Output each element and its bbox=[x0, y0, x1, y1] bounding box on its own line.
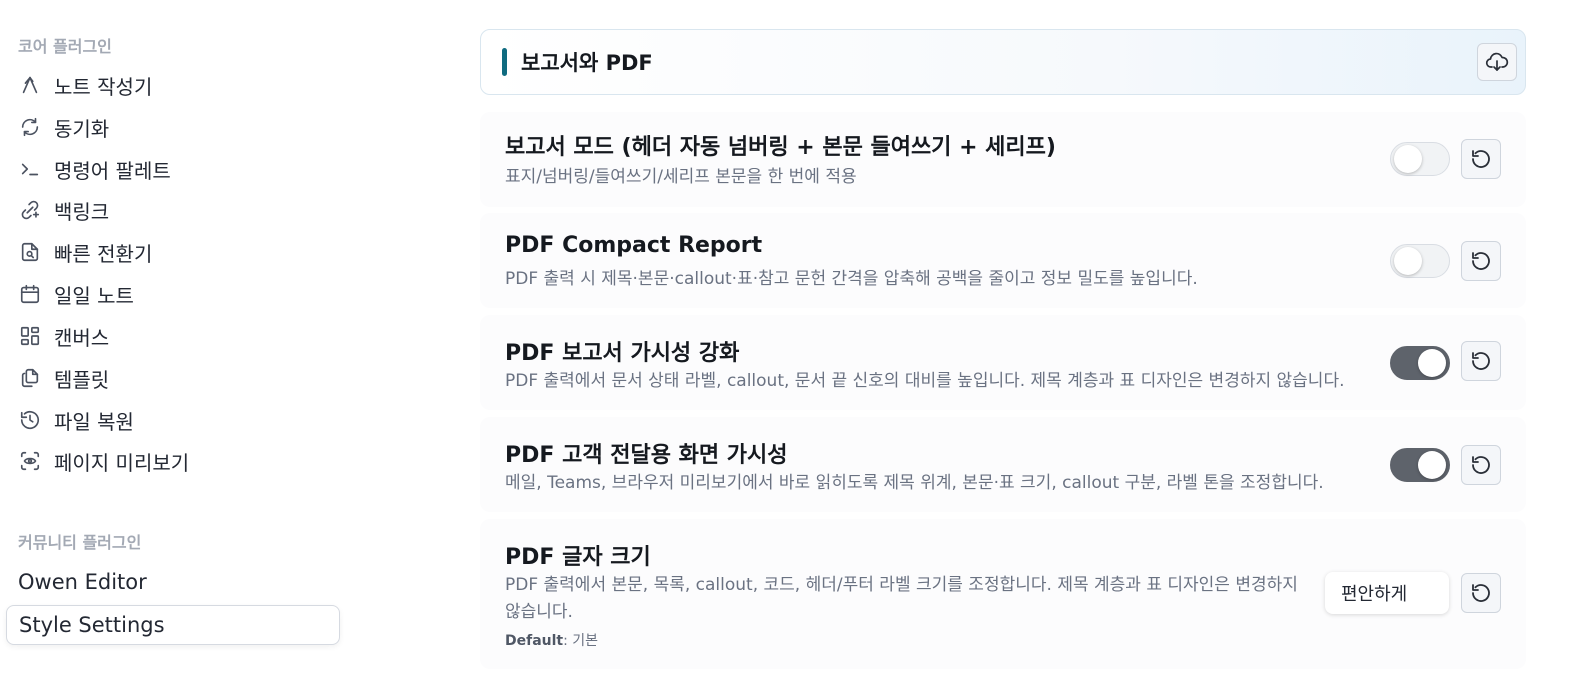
sidebar-item-canvas[interactable]: 캔버스 bbox=[18, 319, 109, 353]
sync-icon bbox=[18, 115, 42, 139]
setting-name: PDF 보고서 가시성 강화 bbox=[505, 341, 740, 366]
history-icon bbox=[18, 408, 42, 432]
sidebar-item-templates[interactable]: 템플릿 bbox=[18, 361, 109, 395]
reset-icon bbox=[1469, 349, 1493, 373]
sidebar: 코어 플러그인 노트 작성기 동기화 명령어 팔레트 백링크 빠른 전환기 일일… bbox=[0, 0, 360, 692]
group-title: 보고서와 PDF bbox=[521, 51, 653, 75]
sidebar-item-owen-editor[interactable]: Owen Editor bbox=[18, 570, 147, 594]
compose-icon bbox=[18, 73, 42, 97]
setting-description: 표지/넘버링/들여쓰기/세리프 본문을 한 번에 적용 bbox=[505, 167, 857, 187]
setting-default: Default: 기본 bbox=[505, 630, 598, 650]
setting-report-mode: 보고서 모드 (헤더 자동 넘버링 + 본문 들여쓰기 + 세리프) 표지/넘버… bbox=[480, 112, 1526, 207]
download-button[interactable] bbox=[1477, 43, 1517, 81]
sidebar-item-sync[interactable]: 동기화 bbox=[18, 110, 109, 144]
setting-name: PDF 고객 전달용 화면 가시성 bbox=[505, 443, 788, 468]
community-plugins-title: 커뮤니티 플러그인 bbox=[18, 533, 142, 552]
sidebar-item-style-settings[interactable]: Style Settings bbox=[6, 605, 340, 645]
sidebar-item-command-palette[interactable]: 명령어 팔레트 bbox=[18, 152, 171, 186]
setting-description: PDF 출력에서 문서 상태 라벨, callout, 문서 끝 신호의 대비를… bbox=[505, 371, 1345, 391]
sidebar-item-quick-switcher[interactable]: 빠른 전환기 bbox=[18, 235, 152, 269]
setting-pdf-report-visibility: PDF 보고서 가시성 강화 PDF 출력에서 문서 상태 라벨, callou… bbox=[480, 315, 1526, 410]
pdf-report-visibility-toggle[interactable] bbox=[1390, 346, 1450, 380]
setting-description: 메일, Teams, 브라우저 미리보기에서 바로 읽히도록 제목 위계, 본문… bbox=[505, 473, 1324, 493]
reset-icon bbox=[1469, 249, 1493, 273]
core-plugins-title: 코어 플러그인 bbox=[18, 37, 112, 56]
files-icon bbox=[18, 366, 42, 390]
toggle-knob bbox=[1418, 349, 1446, 377]
sidebar-item-label: 템플릿 bbox=[54, 367, 110, 392]
sidebar-item-daily-notes[interactable]: 일일 노트 bbox=[18, 277, 134, 311]
report-mode-toggle[interactable] bbox=[1390, 142, 1450, 176]
sidebar-item-label: 일일 노트 bbox=[54, 283, 134, 308]
sidebar-item-label: 백링크 bbox=[54, 199, 110, 224]
setting-name: 보고서 모드 (헤더 자동 넘버링 + 본문 들여쓰기 + 세리프) bbox=[505, 135, 1056, 160]
sidebar-item-label: 페이지 미리보기 bbox=[54, 450, 190, 475]
sidebar-item-label: 명령어 팔레트 bbox=[54, 158, 171, 183]
sidebar-item-label: 동기화 bbox=[54, 116, 110, 141]
pdf-compact-report-toggle[interactable] bbox=[1390, 244, 1450, 278]
reset-button[interactable] bbox=[1461, 241, 1501, 281]
reset-icon bbox=[1469, 581, 1493, 605]
sidebar-item-label: Style Settings bbox=[19, 613, 165, 637]
layout-dashboard-icon bbox=[18, 324, 42, 348]
sidebar-item-label: 노트 작성기 bbox=[54, 74, 153, 99]
sidebar-item-label: 빠른 전환기 bbox=[54, 241, 153, 266]
backlink-icon bbox=[18, 198, 42, 222]
calendar-icon bbox=[18, 282, 42, 306]
setting-description: PDF 출력 시 제목·본문·callout·표·참고 문헌 간격을 압축해 공… bbox=[505, 269, 1198, 289]
sidebar-item-label: 캔버스 bbox=[54, 325, 110, 350]
pdf-font-size-select[interactable]: 편안하게 bbox=[1325, 572, 1449, 614]
settings-panel: 보고서와 PDF 보고서 모드 (헤더 자동 넘버링 + 본문 들여쓰기 + 세… bbox=[480, 0, 1528, 692]
cloud-download-icon bbox=[1485, 50, 1509, 74]
toggle-knob bbox=[1394, 145, 1422, 173]
setting-pdf-font-size: PDF 글자 크기 PDF 출력에서 본문, 목록, callout, 코드, … bbox=[480, 519, 1526, 669]
reset-button[interactable] bbox=[1461, 139, 1501, 179]
default-value: : 기본 bbox=[563, 633, 599, 649]
setting-name: PDF 글자 크기 bbox=[505, 545, 651, 570]
toggle-knob bbox=[1418, 451, 1446, 479]
reset-button[interactable] bbox=[1461, 573, 1501, 613]
default-label: Default bbox=[505, 633, 564, 649]
reset-button[interactable] bbox=[1461, 445, 1501, 485]
group-header[interactable]: 보고서와 PDF bbox=[480, 29, 1526, 95]
sidebar-item-note-composer[interactable]: 노트 작성기 bbox=[18, 68, 152, 102]
toggle-knob bbox=[1394, 247, 1422, 275]
setting-pdf-client-visibility: PDF 고객 전달용 화면 가시성 메일, Teams, 브라우저 미리보기에서… bbox=[480, 417, 1526, 512]
reset-icon bbox=[1469, 453, 1493, 477]
sidebar-item-page-preview[interactable]: 페이지 미리보기 bbox=[18, 444, 189, 478]
file-search-icon bbox=[18, 240, 42, 264]
setting-name: PDF Compact Report bbox=[505, 233, 763, 258]
terminal-icon bbox=[18, 157, 42, 181]
scan-eye-icon bbox=[18, 449, 42, 473]
group-accent-bar bbox=[502, 48, 507, 76]
setting-pdf-compact-report: PDF Compact Report PDF 출력 시 제목·본문·callou… bbox=[480, 213, 1526, 308]
pdf-client-visibility-toggle[interactable] bbox=[1390, 448, 1450, 482]
setting-description: PDF 출력에서 본문, 목록, callout, 코드, 헤더/푸터 라벨 크… bbox=[505, 575, 1298, 622]
reset-icon bbox=[1469, 147, 1493, 171]
sidebar-item-backlinks[interactable]: 백링크 bbox=[18, 193, 109, 227]
sidebar-item-label: 파일 복원 bbox=[54, 409, 134, 434]
sidebar-item-file-recovery[interactable]: 파일 복원 bbox=[18, 403, 134, 437]
reset-button[interactable] bbox=[1461, 341, 1501, 381]
